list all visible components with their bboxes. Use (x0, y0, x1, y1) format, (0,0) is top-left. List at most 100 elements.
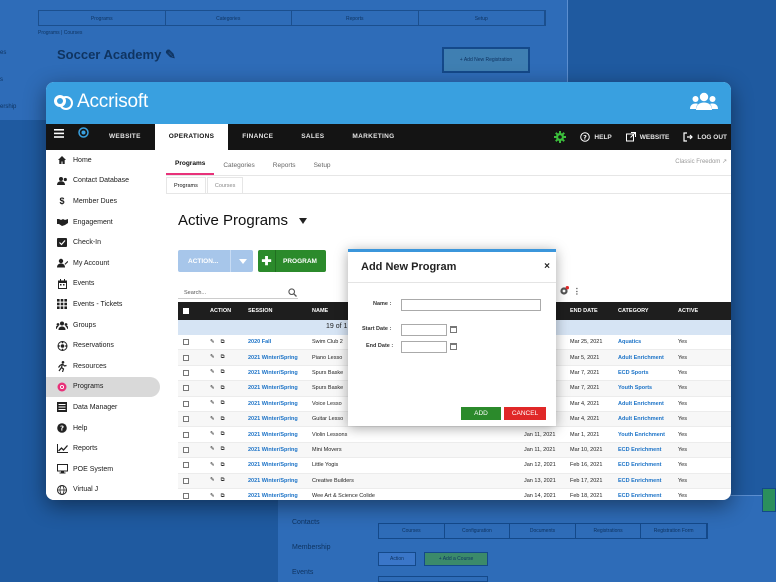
open-link-icon[interactable]: ⧉ (221, 462, 225, 469)
open-link-icon[interactable]: ⧉ (221, 400, 225, 407)
search-input[interactable]: Search... (178, 288, 298, 299)
title-dropdown-icon[interactable] (299, 218, 307, 224)
nav-marketing[interactable]: MARKETING (338, 124, 408, 150)
cell-session[interactable]: 2021 Winter/Spring (248, 416, 312, 422)
sidebar-item-poe-system[interactable]: POE System (46, 459, 162, 480)
open-link-icon[interactable]: ⧉ (221, 477, 225, 484)
action-dropdown-button[interactable]: ACTION... (178, 250, 253, 272)
edit-icon[interactable]: ✎ (210, 339, 215, 346)
sidebar-item-member-dues[interactable]: $ Member Dues (46, 191, 162, 212)
row-checkbox[interactable] (183, 369, 189, 376)
more-options-icon[interactable]: ⋮ (573, 287, 581, 296)
open-link-icon[interactable]: ⧉ (221, 385, 225, 392)
tab-programs[interactable]: Programs (166, 160, 215, 175)
cancel-button[interactable]: CANCEL (504, 407, 546, 420)
cell-category[interactable]: ECD Sports (618, 370, 678, 376)
table-row[interactable]: ✎ ⧉ 2021 Winter/Spring Creative Builders Jan… (178, 473, 731, 489)
sidebar-item-programs[interactable]: Programs (46, 376, 160, 398)
cell-session[interactable]: 2021 Winter/Spring (248, 447, 312, 453)
cell-category[interactable]: Aquatics (618, 339, 678, 345)
calendar-icon[interactable] (450, 325, 457, 333)
nav-website[interactable]: WEBSITE (95, 124, 155, 150)
sidebar-item-check-in[interactable]: Check-In (46, 232, 162, 253)
cell-session[interactable]: 2020 Fall (248, 339, 312, 345)
row-checkbox[interactable] (183, 354, 189, 361)
nav-help[interactable]: ? HELP (580, 132, 612, 142)
nav-logout[interactable]: LOG OUT (683, 132, 727, 142)
tab-categories[interactable]: Categories (214, 162, 263, 175)
cell-session[interactable]: 2021 Winter/Spring (248, 462, 312, 468)
cell-session[interactable]: 2021 Winter/Spring (248, 355, 312, 361)
cell-session[interactable]: 2021 Winter/Spring (248, 385, 312, 391)
open-link-icon[interactable]: ⧉ (221, 431, 225, 438)
menu-icon[interactable] (46, 124, 72, 150)
row-checkbox[interactable] (183, 446, 189, 453)
edit-icon[interactable]: ✎ (210, 354, 215, 361)
cell-category[interactable]: ECD Enrichment (618, 462, 678, 468)
settings-icon[interactable] (559, 286, 569, 296)
name-input[interactable] (401, 299, 541, 311)
app-switch-icon[interactable] (72, 124, 95, 150)
row-checkbox[interactable] (183, 462, 189, 469)
table-row[interactable]: ✎ ⧉ 2021 Winter/Spring Wee Art & Science Co… (178, 489, 731, 500)
open-link-icon[interactable]: ⧉ (221, 416, 225, 423)
table-row[interactable]: ✎ ⧉ 2021 Winter/Spring Mini Movers Jan 11, 2… (178, 442, 731, 459)
row-checkbox[interactable] (183, 431, 189, 438)
open-link-icon[interactable]: ⧉ (221, 446, 225, 453)
sidebar-item-home[interactable]: Home (46, 150, 162, 171)
cell-session[interactable]: 2021 Winter/Spring (248, 370, 312, 376)
nav-operations[interactable]: OPERATIONS (154, 124, 229, 150)
cell-category[interactable]: ECD Enrichment (618, 478, 678, 484)
nav-website-link[interactable]: WEBSITE (625, 132, 669, 142)
open-link-icon[interactable]: ⧉ (221, 339, 225, 346)
calendar-icon[interactable] (450, 342, 457, 350)
classic-freedom-link[interactable]: Classic Freedom ↗ (675, 158, 727, 165)
sidebar-item-contact-database[interactable]: Contact Database (46, 171, 162, 192)
header-end-date[interactable]: END DATE (570, 308, 618, 314)
subtab-courses[interactable]: Courses (206, 177, 244, 193)
start-date-input[interactable] (401, 324, 447, 336)
sidebar-item-resources[interactable]: Resources (46, 356, 162, 377)
sidebar-item-reservations[interactable]: Reservations (46, 335, 162, 356)
sidebar-item-virtual-j[interactable]: Virtual J (46, 480, 162, 501)
cell-category[interactable]: Adult Enrichment (618, 416, 678, 422)
cell-session[interactable]: 2021 Winter/Spring (248, 478, 312, 484)
cell-category[interactable]: ECD Enrichment (618, 447, 678, 453)
sidebar-item-groups[interactable]: Groups (46, 315, 162, 336)
add-button[interactable]: ADD (461, 407, 501, 420)
table-row[interactable]: ✎ ⧉ 2021 Winter/Spring Violin Lessons Jan 11… (178, 427, 731, 443)
nav-sales[interactable]: SALES (287, 124, 338, 150)
edit-icon[interactable]: ✎ (210, 431, 215, 438)
search-icon[interactable] (288, 288, 297, 297)
tab-reports[interactable]: Reports (264, 162, 305, 175)
select-all-checkbox[interactable] (183, 308, 189, 314)
edit-icon[interactable]: ✎ (210, 493, 215, 500)
header-active[interactable]: ACTIVE (678, 308, 718, 314)
open-link-icon[interactable]: ⧉ (221, 354, 225, 361)
row-checkbox[interactable] (183, 385, 189, 392)
nav-finance[interactable]: FINANCE (228, 124, 287, 150)
cell-category[interactable]: ECD Enrichment (618, 493, 678, 499)
row-checkbox[interactable] (183, 477, 189, 484)
gear-icon[interactable] (554, 131, 567, 143)
edit-icon[interactable]: ✎ (210, 385, 215, 392)
add-program-button[interactable]: ✚ PROGRAM (258, 250, 326, 272)
table-row[interactable]: ✎ ⧉ 2021 Winter/Spring Little Yogis Jan 12, … (178, 458, 731, 474)
sidebar-item-reports[interactable]: Reports (46, 438, 162, 459)
edit-icon[interactable]: ✎ (210, 416, 215, 423)
sidebar-item-engagement[interactable]: Engagement (46, 212, 162, 233)
users-icon[interactable] (690, 91, 718, 111)
edit-icon[interactable]: ✎ (210, 446, 215, 453)
cell-session[interactable]: 2021 Winter/Spring (248, 401, 312, 407)
row-checkbox[interactable] (183, 493, 189, 500)
edit-icon[interactable]: ✎ (210, 400, 215, 407)
cell-category[interactable]: Adult Enrichment (618, 355, 678, 361)
row-checkbox[interactable] (183, 400, 189, 407)
sidebar-item-my-account[interactable]: My Account (46, 253, 162, 274)
edit-icon[interactable]: ✎ (210, 462, 215, 469)
open-link-icon[interactable]: ⧉ (221, 493, 225, 500)
edit-icon[interactable]: ✎ (210, 477, 215, 484)
tab-setup[interactable]: Setup (305, 162, 340, 175)
sidebar-item-data-manager[interactable]: Data Manager (46, 397, 162, 418)
header-category[interactable]: CATEGORY (618, 308, 678, 314)
